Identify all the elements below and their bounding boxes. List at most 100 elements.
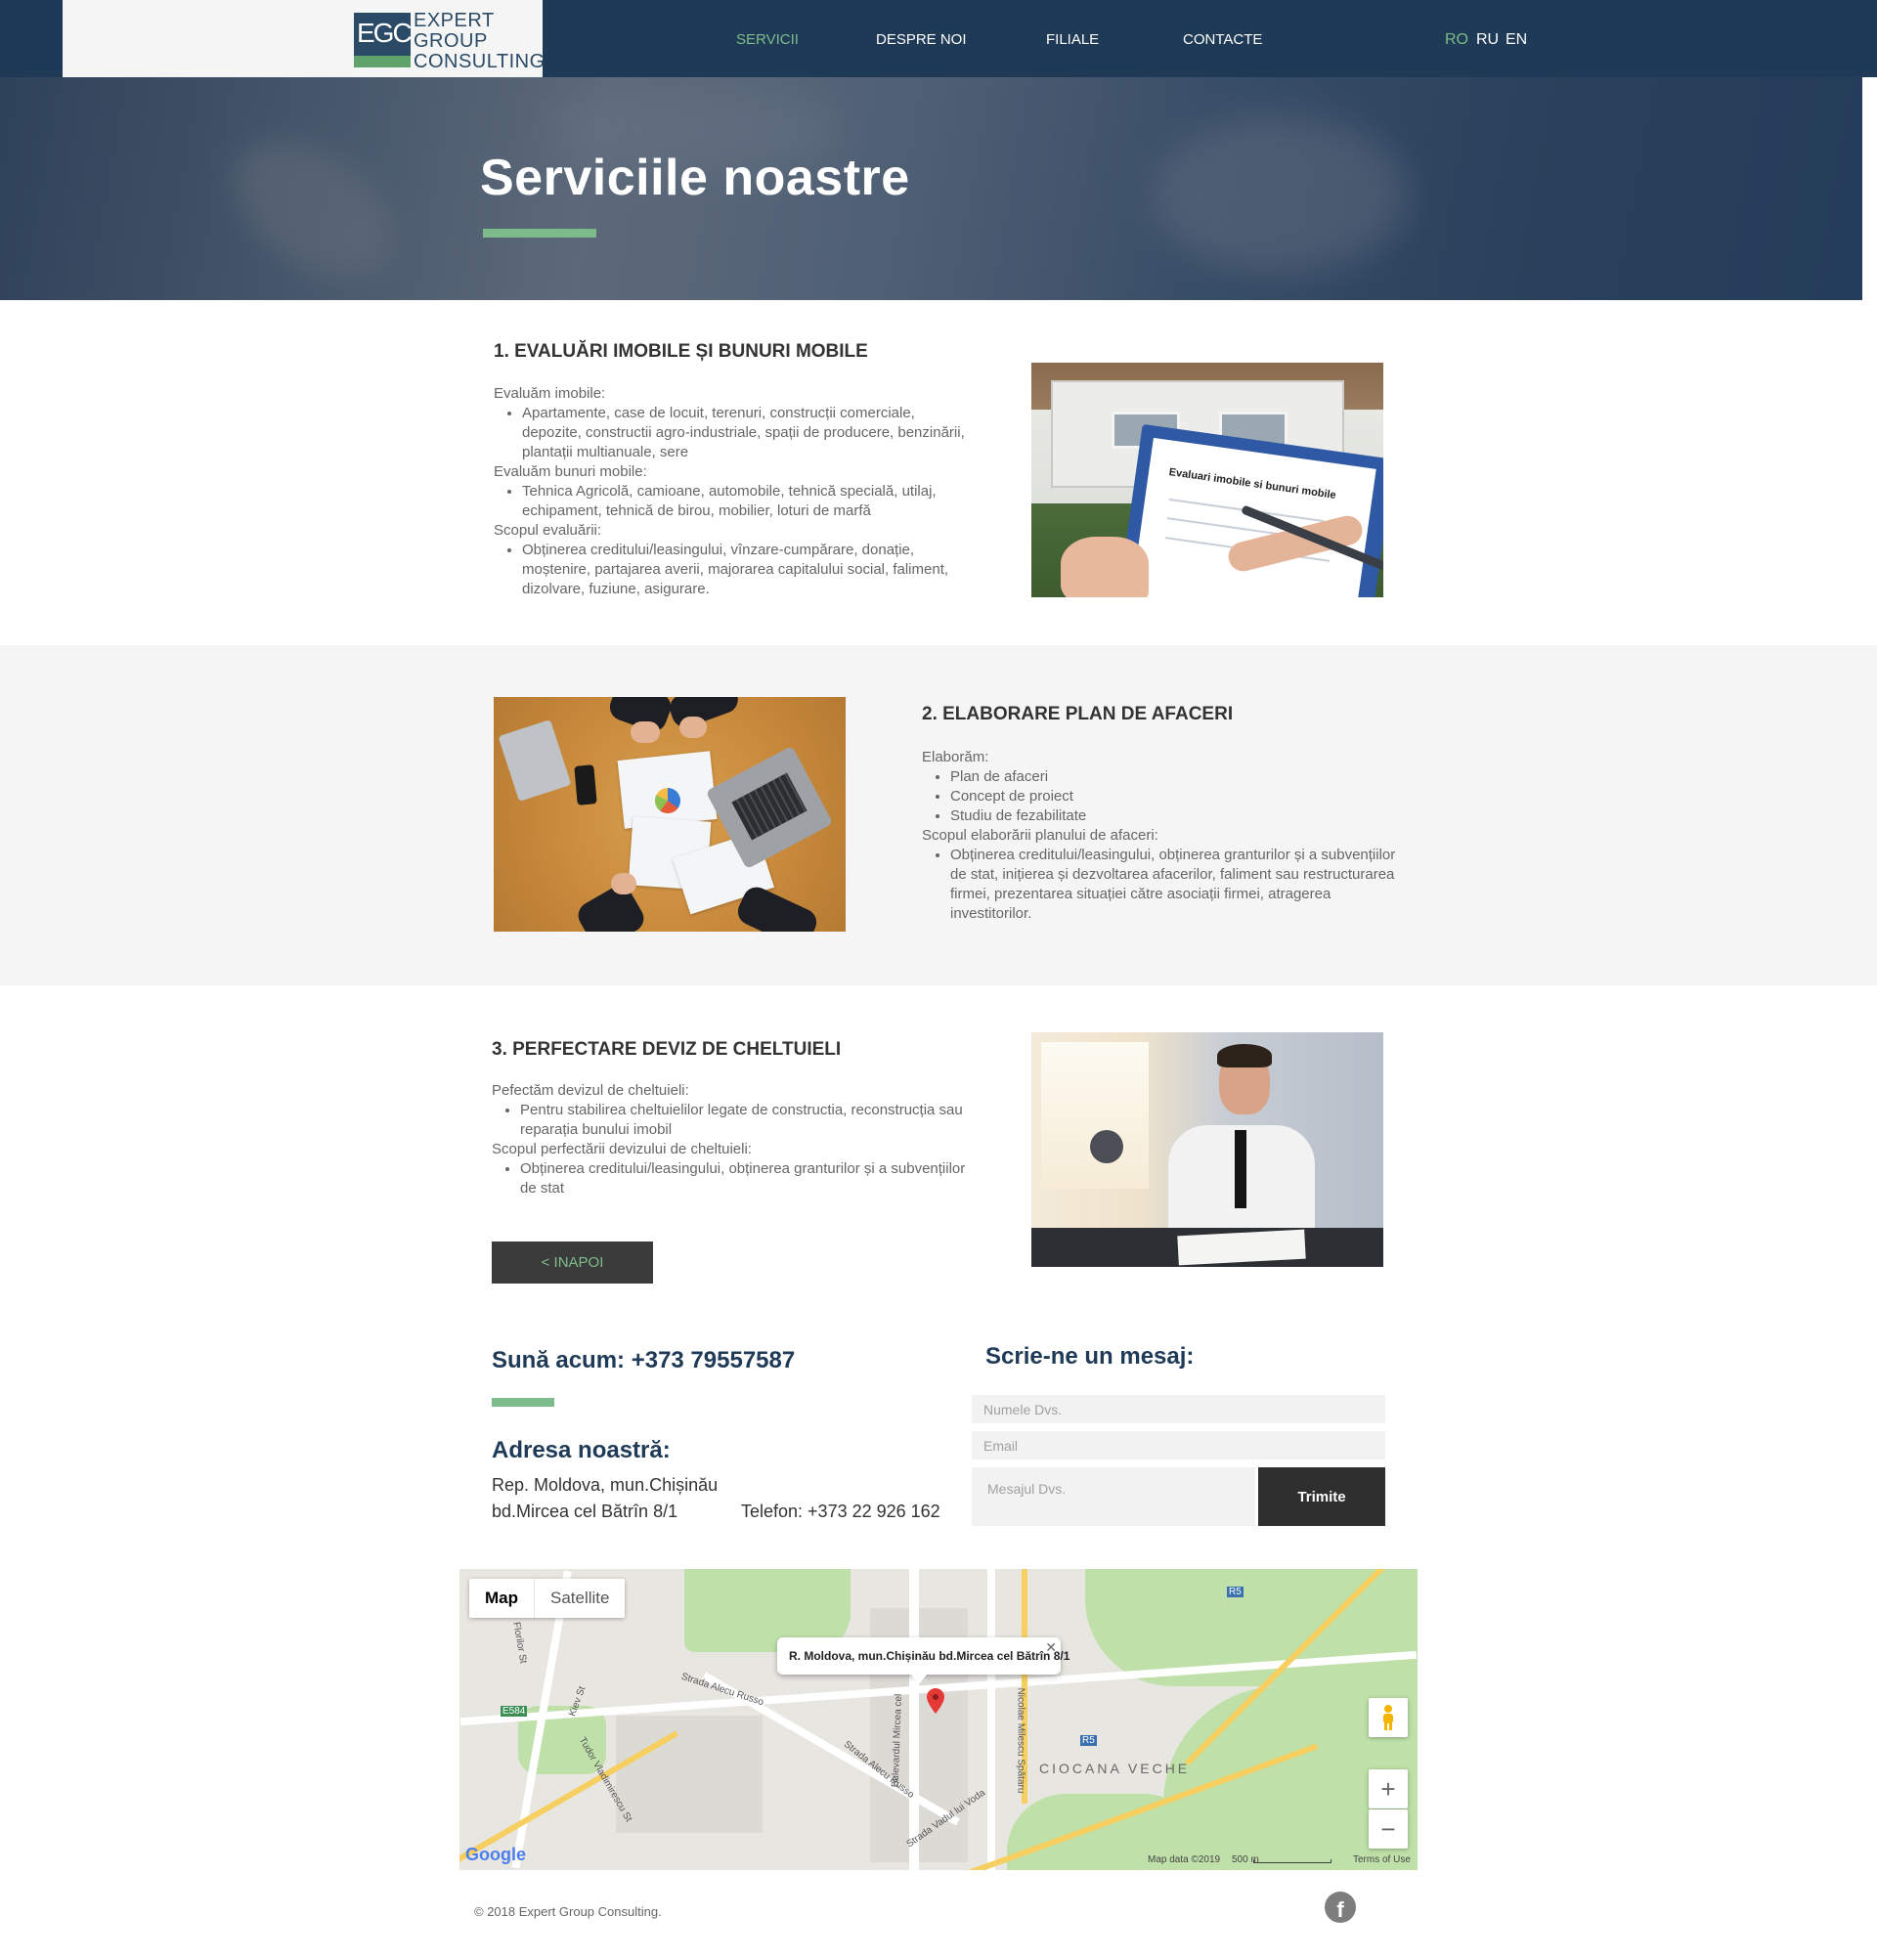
list-item: Tehnica Agricolă, camioane, automobile, … [522, 482, 973, 521]
message-textarea[interactable] [972, 1467, 1255, 1526]
map-info-window: R. Moldova, mun.Chișinău bd.Mircea cel B… [777, 1637, 1069, 1675]
email-input[interactable] [972, 1431, 1385, 1459]
photo-hand [631, 721, 660, 743]
list-item: Obținerea creditului/leasingului, obține… [520, 1159, 971, 1198]
service-2-list-scop: Obținerea creditului/leasingului, obține… [922, 846, 1401, 924]
logo-wordmark: EXPERT GROUP CONSULTING [414, 11, 546, 72]
photo-hand [1061, 537, 1149, 597]
location-pin-icon[interactable] [927, 1688, 944, 1714]
address-line-1: Rep. Moldova, mun.Chișinău [492, 1475, 719, 1495]
photo-window [1041, 1042, 1149, 1189]
hero-overlay [0, 77, 1862, 300]
service-3-description: Pefectăm devizul de cheltuieli: Pentru s… [492, 1081, 971, 1198]
back-button[interactable]: < INAPOI [492, 1241, 653, 1284]
photo-hand [611, 873, 636, 894]
zoom-in-icon[interactable]: + [1369, 1769, 1408, 1808]
photo-sleeve [573, 881, 649, 932]
service-1-intro-scop: Scopul evaluării: [494, 522, 602, 539]
map-info-tail [911, 1675, 927, 1684]
photo-sleeve [733, 882, 821, 932]
logo-letters: EGC [357, 18, 411, 48]
close-icon[interactable]: ✕ [1045, 1639, 1057, 1656]
service-1-title: 1. EVALUĂRI IMOBILE ȘI BUNURI MOBILE [494, 341, 868, 362]
pegman-icon[interactable] [1369, 1698, 1408, 1737]
nav-filiale[interactable]: FILIALE [1046, 31, 1099, 48]
service-1-list-scop: Obținerea creditului/leasingului, vînzar… [494, 541, 973, 599]
map-street-label: Florilor St [510, 1621, 529, 1665]
google-map[interactable]: Strada Alecu Russo Strada Alecu Russo Bu… [459, 1569, 1418, 1870]
evaluation-clipboard-photo: Evaluari imobile si bunuri mobile [1031, 363, 1383, 597]
list-item: Concept de proiect [950, 787, 1401, 806]
egc-logo-icon: EGC [354, 13, 411, 67]
name-input[interactable] [972, 1395, 1385, 1423]
map-road [909, 1569, 919, 1870]
logo-line: GROUP [414, 30, 488, 52]
service-3-intro-scop: Scopul perfectării devizului de cheltuie… [492, 1141, 752, 1157]
service-2-list-elaboram: Plan de afaceri Concept de proiect Studi… [922, 767, 1401, 826]
service-2-intro-elaboram: Elaborăm: [922, 749, 989, 765]
phone-number: Telefon: +373 22 926 162 [741, 1502, 940, 1521]
map-route-badge: R5 [1227, 1587, 1244, 1597]
title-underline [483, 229, 596, 238]
service-3-title: 3. PERFECTARE DEVIZ DE CHELTUIELI [492, 1039, 842, 1060]
map-attribution: Map data ©2019 [1148, 1854, 1221, 1865]
map-district-label: CIOCANA VECHE [1039, 1761, 1191, 1776]
address-line-2: bd.Mircea cel Bătrîn 8/1 [492, 1502, 678, 1521]
service-3-list-deviz: Pentru stabilirea cheltuielilor legate d… [492, 1101, 971, 1140]
list-item: Apartamente, case de locuit, terenuri, c… [522, 404, 973, 462]
business-plan-desk-photo [494, 697, 846, 932]
nav-despre-noi[interactable]: DESPRE NOI [876, 31, 967, 48]
nav-contacte[interactable]: CONTACTE [1183, 31, 1262, 48]
service-1-list-bunuri: Tehnica Agricolă, camioane, automobile, … [494, 482, 973, 521]
google-logo: Google [465, 1845, 526, 1864]
service-3-list-scop: Obținerea creditului/leasingului, obține… [492, 1159, 971, 1198]
service-1-list-imobile: Apartamente, case de locuit, terenuri, c… [494, 404, 973, 462]
map-tab-map[interactable]: Map [469, 1579, 534, 1618]
map-road [987, 1569, 995, 1870]
photo-pie-chart [655, 788, 680, 813]
pegman-figure [1383, 1705, 1393, 1730]
photo-phone [574, 764, 597, 806]
lang-ru[interactable]: RU [1476, 31, 1499, 49]
page-title: Serviciile noastre [480, 150, 910, 206]
service-2-intro-scop: Scopul elaborării planului de afaceri: [922, 827, 1158, 844]
map-terms-link[interactable]: Terms of Use [1353, 1854, 1411, 1865]
service-3-intro-deviz: Pefectăm devizul de cheltuieli: [492, 1082, 689, 1099]
map-scale-bar [1253, 1859, 1331, 1863]
logo-line: EXPERT [414, 10, 495, 31]
send-button[interactable]: Trimite [1258, 1467, 1385, 1526]
logo-area[interactable]: EGC EXPERT GROUP CONSULTING [63, 0, 546, 77]
accent-divider [492, 1398, 554, 1407]
map-street-label: Nicolae Milescu Spătaru [1015, 1687, 1026, 1794]
service-1-description: Evaluăm imobile: Apartamente, case de lo… [494, 384, 973, 599]
list-item: Pentru stabilirea cheltuielilor legate d… [520, 1101, 971, 1140]
nav-servicii[interactable]: SERVICII [736, 31, 799, 48]
map-tab-satellite[interactable]: Satellite [534, 1579, 625, 1618]
list-item: Obținerea creditului/leasingului, vînzar… [522, 541, 973, 599]
facebook-icon[interactable]: f [1325, 1892, 1356, 1923]
service-1-intro-imobile: Evaluăm imobile: [494, 385, 606, 402]
copyright-text: © 2018 Expert Group Consulting. [474, 1904, 662, 1919]
map-info-text: R. Moldova, mun.Chișinău bd.Mircea cel B… [789, 1649, 1070, 1663]
contact-form-heading: Scrie-ne un mesaj: [985, 1343, 1195, 1370]
zoom-out-icon[interactable]: − [1369, 1809, 1408, 1849]
map-route-badge: E584 [501, 1706, 528, 1717]
map-block [616, 1716, 763, 1833]
businessman-writing-photo [1031, 1032, 1383, 1267]
lang-ro[interactable]: RO [1445, 31, 1468, 49]
lang-en[interactable]: EN [1506, 31, 1527, 49]
photo-hair [1217, 1044, 1272, 1067]
service-2-title: 2. ELABORARE PLAN DE AFACERI [922, 704, 1234, 724]
map-type-switch: Map Satellite [469, 1579, 626, 1618]
list-item: Plan de afaceri [950, 767, 1401, 787]
list-item: Obținerea creditului/leasingului, obține… [950, 846, 1401, 924]
photo-globe [1090, 1130, 1123, 1163]
list-item: Studiu de fezabilitate [950, 806, 1401, 826]
photo-tie [1235, 1130, 1246, 1208]
service-2-description: Elaborăm: Plan de afaceri Concept de pro… [922, 748, 1401, 924]
hero-banner: Serviciile noastre [0, 77, 1862, 300]
photo-hand [679, 717, 707, 738]
top-navigation-bar: EGC EXPERT GROUP CONSULTING SERVICII DES… [0, 0, 1877, 77]
service-1-intro-bunuri: Evaluăm bunuri mobile: [494, 463, 647, 480]
logo-line: CONSULTING [414, 51, 546, 72]
